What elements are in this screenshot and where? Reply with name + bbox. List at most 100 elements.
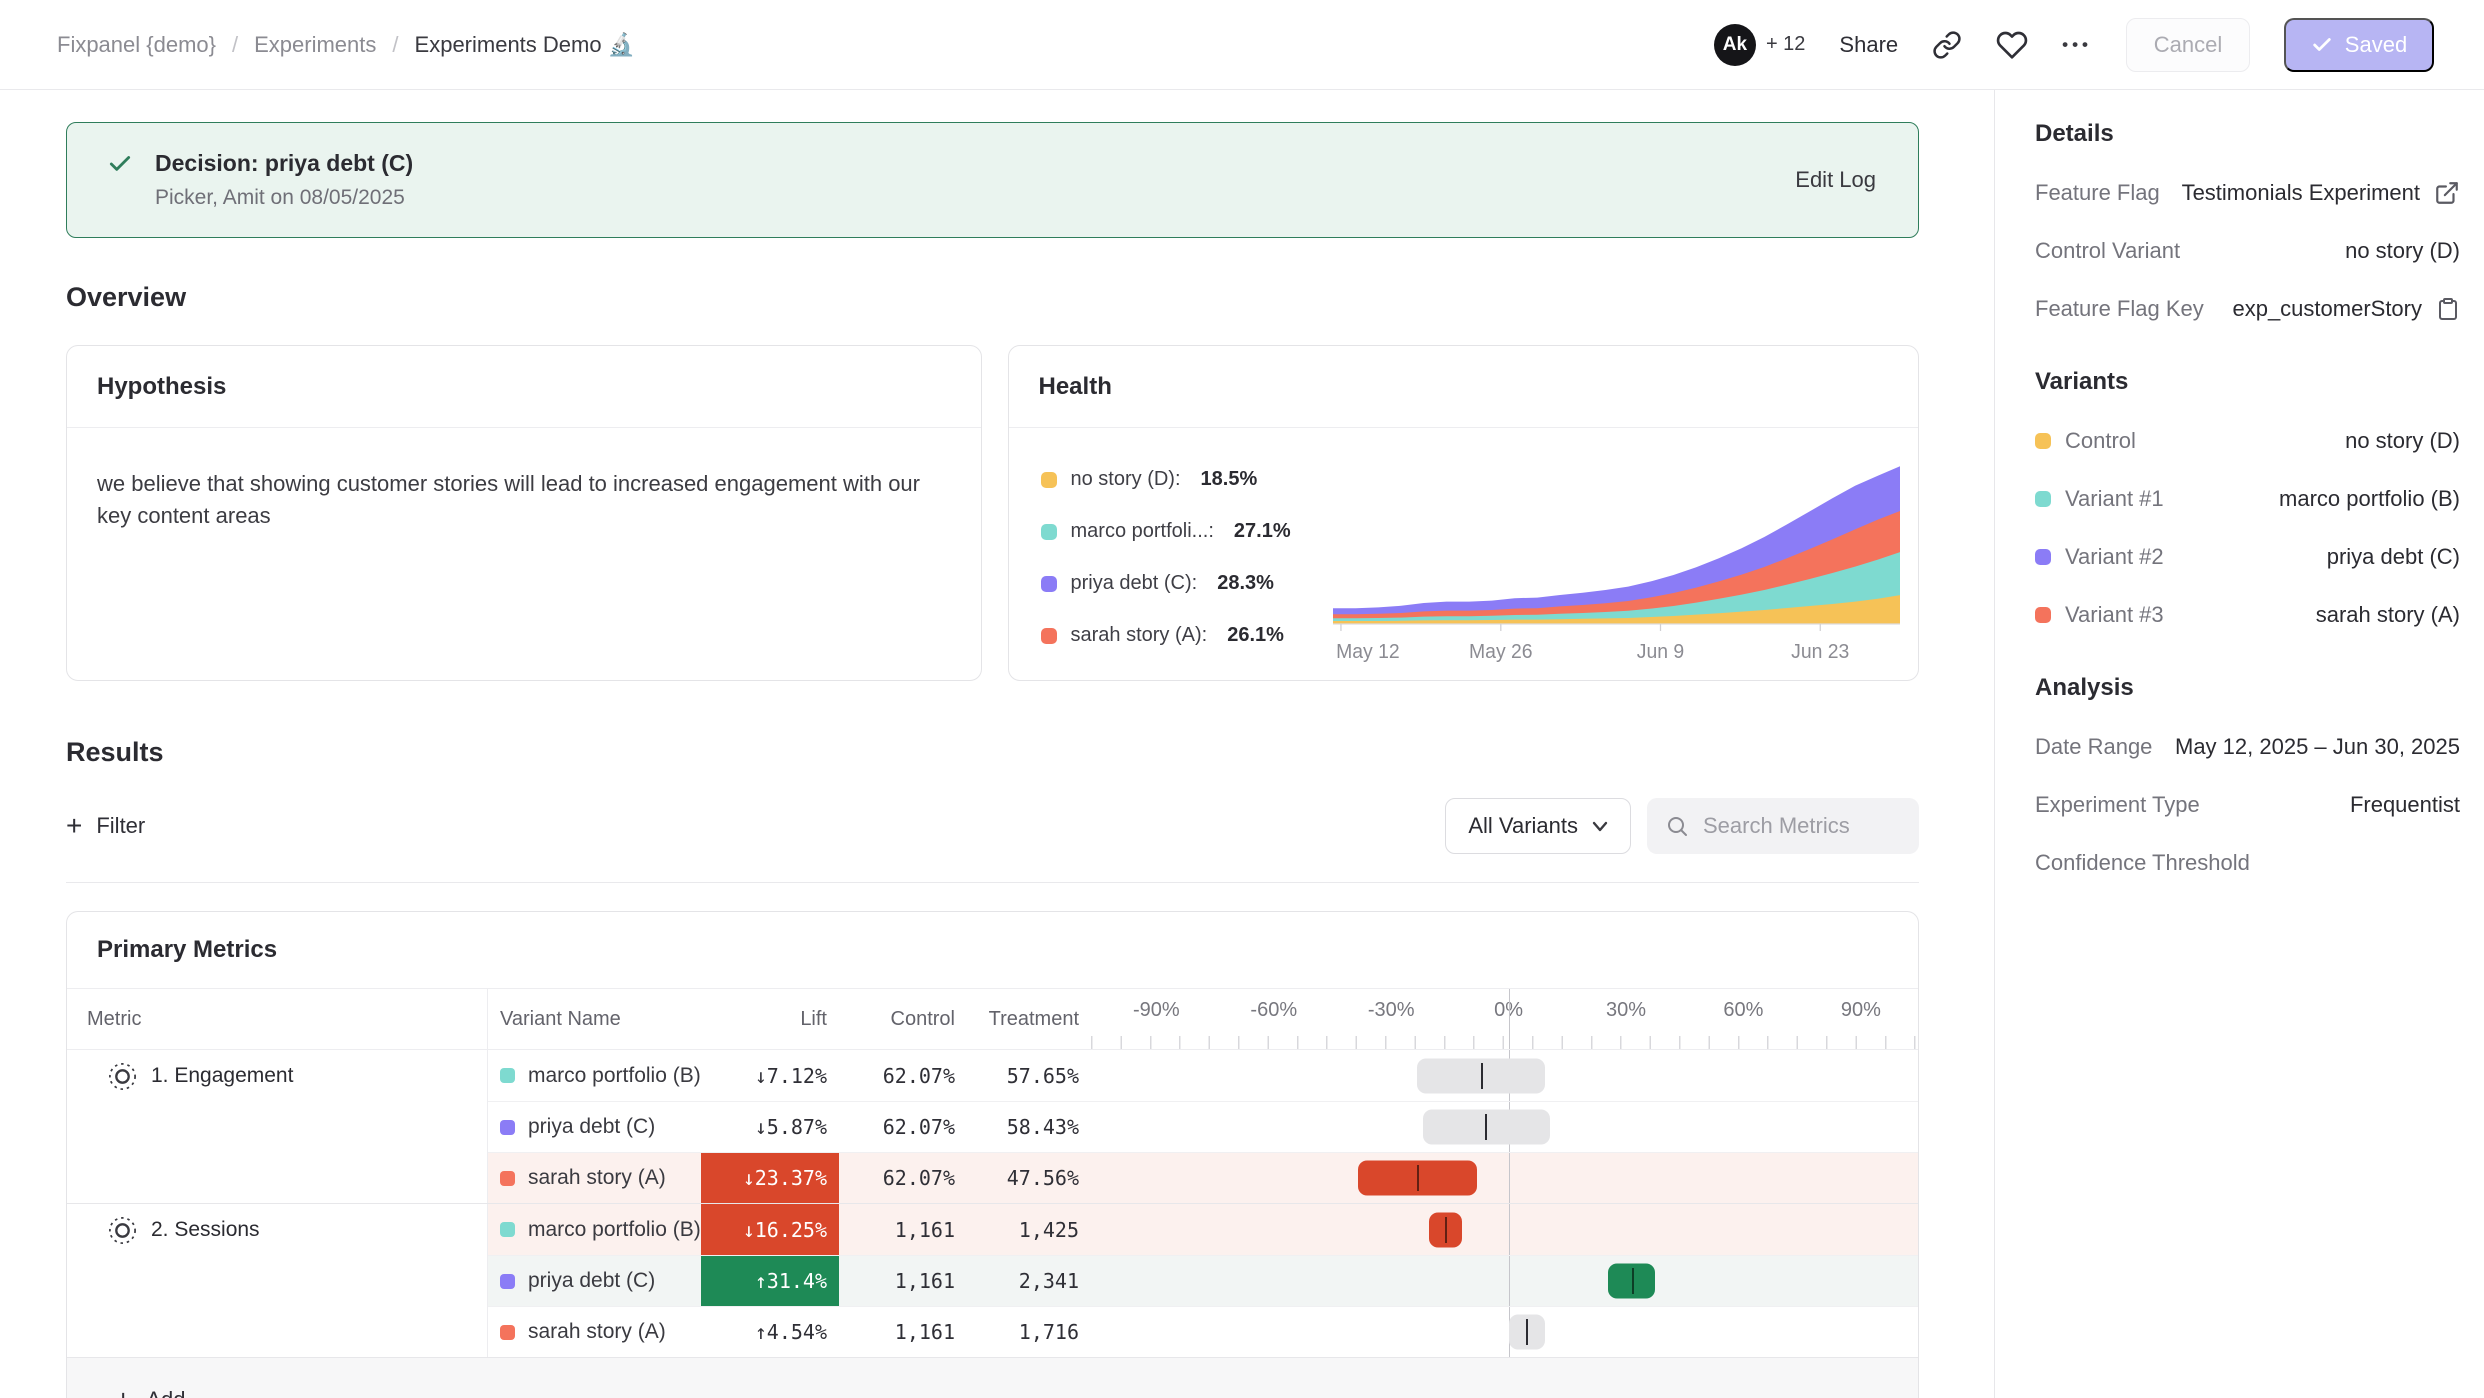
- saved-label: Saved: [2345, 32, 2407, 58]
- date-range-label: Date Range: [2035, 734, 2152, 760]
- variant-row-2: Variant #2 priya debt (C): [2035, 544, 2460, 570]
- avatar[interactable]: Ak: [1714, 24, 1756, 66]
- col-variant-name: Variant Name: [488, 989, 701, 1049]
- external-link-icon[interactable]: [2434, 180, 2460, 206]
- axis-tick-label: 90%: [1841, 999, 1881, 1022]
- control-value: 1,161: [839, 1256, 967, 1306]
- add-label: Add: [146, 1387, 185, 1398]
- legend-swatch-teal: [1041, 524, 1057, 540]
- treatment-value: 1,425: [967, 1204, 1091, 1255]
- topbar: Fixpanel {demo} / Experiments / Experime…: [0, 0, 2484, 90]
- legend-label: no story (D):: [1071, 468, 1181, 491]
- variant-value: sarah story (A): [2316, 602, 2460, 628]
- health-stacked-area-chart: May 12May 26Jun 9Jun 23: [1333, 454, 1901, 668]
- control-value: 1,161: [839, 1307, 967, 1357]
- feature-flag-value[interactable]: Testimonials Experiment: [2182, 180, 2420, 206]
- decision-subtitle: Picker, Amit on 08/05/2025: [155, 186, 413, 210]
- variant-swatch-salmon: [2035, 607, 2051, 623]
- table-row[interactable]: marco portfolio (B) ↓16.25% 1,161 1,425: [488, 1204, 1918, 1255]
- health-title: Health: [1009, 346, 1919, 428]
- legend-item[interactable]: priya debt (C): 28.3%: [1041, 572, 1333, 595]
- axis-tick-label: -30%: [1368, 999, 1415, 1022]
- hypothesis-card: Hypothesis we believe that showing custo…: [66, 345, 982, 681]
- decision-banner: Decision: priya debt (C) Picker, Amit on…: [66, 122, 1919, 238]
- variant-swatch: [500, 1274, 515, 1289]
- variant-name: sarah story (A): [528, 1166, 666, 1190]
- breadcrumb-experiments[interactable]: Experiments: [254, 32, 376, 58]
- axis-tick-label: -60%: [1250, 999, 1297, 1022]
- breadcrumb-separator: /: [232, 32, 238, 58]
- collaborator-count[interactable]: + 12: [1766, 33, 1805, 56]
- variant-label: Control: [2065, 428, 2136, 454]
- search-metrics-input[interactable]: [1703, 813, 1893, 839]
- table-row[interactable]: priya debt (C) ↓5.87% 62.07% 58.43%: [488, 1101, 1918, 1152]
- variant-name: priya debt (C): [528, 1269, 655, 1293]
- copy-link-icon[interactable]: [1932, 30, 1962, 60]
- control-value: 62.07%: [839, 1102, 967, 1152]
- saved-button[interactable]: Saved: [2284, 18, 2434, 72]
- search-metrics-box[interactable]: [1647, 798, 1919, 854]
- metric-cell[interactable]: 2. Sessions: [67, 1204, 488, 1357]
- details-sidebar: Details Feature Flag Testimonials Experi…: [1995, 90, 2484, 1398]
- legend-label: priya debt (C):: [1071, 572, 1198, 595]
- breadcrumb-separator: /: [392, 32, 398, 58]
- treatment-value: 57.65%: [967, 1050, 1091, 1101]
- favorite-heart-icon[interactable]: [1996, 29, 2028, 61]
- edit-log-button[interactable]: Edit Log: [1795, 167, 1876, 193]
- control-variant-value: no story (D): [2345, 238, 2460, 264]
- variant-value: no story (D): [2345, 428, 2460, 454]
- variant-name: marco portfolio (B): [528, 1218, 701, 1242]
- variant-swatch: [500, 1120, 515, 1135]
- zero-gridline: [1509, 989, 1511, 1049]
- share-button[interactable]: Share: [1839, 32, 1898, 58]
- more-options-icon[interactable]: •••: [2062, 35, 2092, 55]
- breadcrumb-current: Experiments Demo 🔬: [415, 32, 636, 58]
- feature-flag-key-row: Feature Flag Key exp_customerStory: [2035, 296, 2460, 322]
- lift-value: ↑31.4%: [701, 1256, 839, 1306]
- experiment-page: Fixpanel {demo} / Experiments / Experime…: [0, 0, 2484, 1398]
- table-row[interactable]: sarah story (A) ↑4.54% 1,161 1,716: [488, 1306, 1918, 1357]
- legend-item[interactable]: marco portfoli...: 27.1%: [1041, 520, 1333, 543]
- feature-flag-key-value: exp_customerStory: [2232, 296, 2422, 322]
- add-filter-button[interactable]: + Filter: [66, 812, 145, 840]
- control-value: 62.07%: [839, 1153, 967, 1203]
- svg-text:Jun 9: Jun 9: [1636, 641, 1683, 663]
- analysis-section: Analysis Date Range May 12, 2025 – Jun 3…: [2035, 674, 2460, 876]
- copy-clipboard-icon[interactable]: [2436, 296, 2460, 322]
- lift-value: ↓5.87%: [701, 1102, 839, 1152]
- metric-name: 2. Sessions: [151, 1215, 260, 1245]
- metric-cell[interactable]: 1. Engagement: [67, 1050, 488, 1203]
- legend-label: sarah story (A):: [1071, 624, 1208, 647]
- variants-heading: Variants: [2035, 368, 2460, 396]
- breadcrumb-project[interactable]: Fixpanel {demo}: [57, 32, 216, 58]
- control-value: 62.07%: [839, 1050, 967, 1101]
- metric-group: 2. Sessions marco portfolio (B) ↓16.25% …: [67, 1203, 1918, 1357]
- variant-label: Variant #2: [2065, 544, 2164, 570]
- confidence-interval-cell: [1091, 1307, 1918, 1357]
- overview-heading: Overview: [66, 282, 1919, 313]
- legend-label: marco portfoli...:: [1071, 520, 1214, 543]
- plus-icon: +: [66, 812, 82, 840]
- confidence-interval-cell: [1091, 1256, 1918, 1306]
- details-section: Details Feature Flag Testimonials Experi…: [2035, 120, 2460, 322]
- variant-filter-dropdown[interactable]: All Variants: [1445, 798, 1631, 854]
- legend-item[interactable]: sarah story (A): 26.1%: [1041, 624, 1333, 647]
- cancel-button[interactable]: Cancel: [2126, 18, 2250, 72]
- table-row[interactable]: sarah story (A) ↓23.37% 62.07% 47.56%: [488, 1152, 1918, 1203]
- lift-value: ↑4.54%: [701, 1307, 839, 1357]
- lift-axis: -90%-60%-30%0%30%60%90%: [1091, 989, 1918, 1049]
- legend-item[interactable]: no story (D): 18.5%: [1041, 468, 1333, 491]
- axis-tick-label: -90%: [1133, 999, 1180, 1022]
- col-lift: Lift: [701, 989, 839, 1049]
- table-row[interactable]: priya debt (C) ↑31.4% 1,161 2,341: [488, 1255, 1918, 1306]
- variant-name: priya debt (C): [528, 1115, 655, 1139]
- table-row[interactable]: marco portfolio (B) ↓7.12% 62.07% 57.65%: [488, 1050, 1918, 1101]
- col-control: Control: [839, 989, 967, 1049]
- primary-metrics-title: Primary Metrics: [67, 912, 1918, 988]
- breadcrumb: Fixpanel {demo} / Experiments / Experime…: [57, 32, 635, 58]
- metric-name: 1. Engagement: [151, 1061, 293, 1091]
- variant-name-cell: sarah story (A): [488, 1307, 701, 1357]
- legend-swatch-purple: [1041, 576, 1057, 592]
- add-metric-button[interactable]: + Add: [67, 1357, 1918, 1398]
- svg-text:Jun 23: Jun 23: [1791, 641, 1849, 663]
